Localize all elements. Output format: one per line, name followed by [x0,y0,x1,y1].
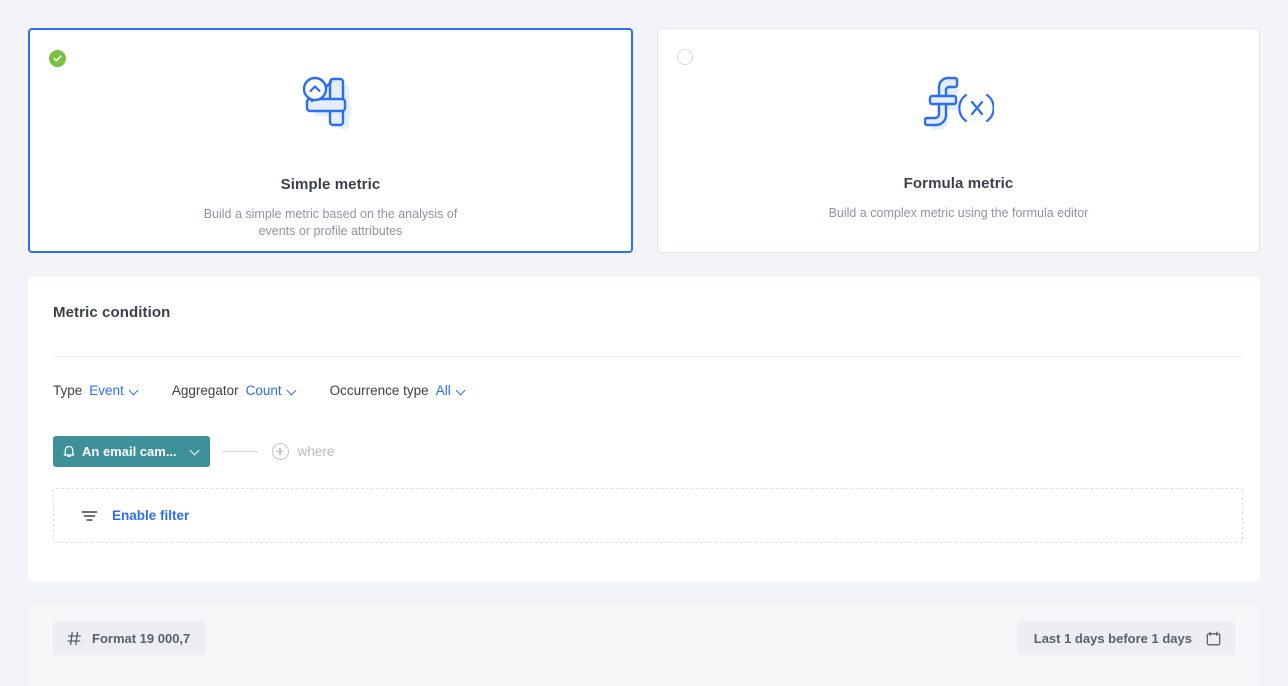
check-circle-icon [49,50,66,67]
chip-connector-line [222,451,258,452]
field-occurrence-label: Occurrence type [330,383,429,398]
hash-icon [67,631,82,646]
card-title: Formula metric [904,175,1014,192]
panel-divider [53,356,1243,357]
card-selected-marker[interactable] [49,50,66,67]
condition-fields-row: Type Event Aggregator Count Occurrence t… [53,383,466,398]
metric-builder-page: Simple metric Build a simple metric base… [0,0,1288,686]
metric-condition-panel: Metric condition Type Event Aggregator C… [28,277,1260,581]
field-occurrence-type: Occurrence type All [330,383,466,398]
bottom-toolbar: Format 19 000,7 Last 1 days before 1 day… [28,601,1260,686]
field-aggregator-label: Aggregator [172,383,239,398]
field-aggregator-dropdown[interactable]: Count [246,383,297,398]
event-selector-row: An email cam... where [53,436,334,467]
bell-icon [63,445,75,459]
panel-title: Metric condition [53,304,170,321]
plus-circle-icon [272,443,289,460]
field-type-value: Event [89,383,124,398]
chevron-down-icon [130,386,139,395]
calendar-icon [1206,631,1221,646]
field-aggregator-value: Count [246,383,282,398]
chevron-down-icon [288,386,297,395]
chevron-down-icon [191,447,201,457]
field-type-dropdown[interactable]: Event [89,383,139,398]
date-range-button[interactable]: Last 1 days before 1 days [1017,621,1235,655]
field-aggregator: Aggregator Count [172,383,297,398]
event-chip[interactable]: An email cam... [53,436,210,467]
filter-icon [81,509,98,523]
card-description: Build a simple metric based on the analy… [186,206,476,240]
metric-type-card-formula[interactable]: Formula metric Build a complex metric us… [657,28,1260,253]
event-chip-label: An email cam... [82,444,177,459]
where-label: where [298,444,335,459]
card-radio-marker[interactable] [677,49,694,66]
chevron-down-icon [457,386,466,395]
card-description: Build a complex metric using the formula… [829,205,1089,222]
date-range-label: Last 1 days before 1 days [1034,631,1192,646]
function-fx-icon [923,73,995,135]
field-type-label: Type [53,383,82,398]
format-button[interactable]: Format 19 000,7 [53,621,206,655]
field-type: Type Event [53,383,139,398]
metric-type-cards: Simple metric Build a simple metric base… [28,28,1260,253]
card-title: Simple metric [281,176,381,193]
add-where-condition-button[interactable]: where [272,443,335,460]
field-occurrence-dropdown[interactable]: All [436,383,466,398]
enable-filter-label: Enable filter [112,508,189,523]
enable-filter-box[interactable]: Enable filter [53,488,1243,543]
metric-type-card-simple[interactable]: Simple metric Build a simple metric base… [28,28,633,253]
number-four-trend-icon [295,74,367,136]
radio-empty-icon [677,49,693,65]
field-occurrence-value: All [436,383,451,398]
format-label: Format 19 000,7 [92,631,190,646]
